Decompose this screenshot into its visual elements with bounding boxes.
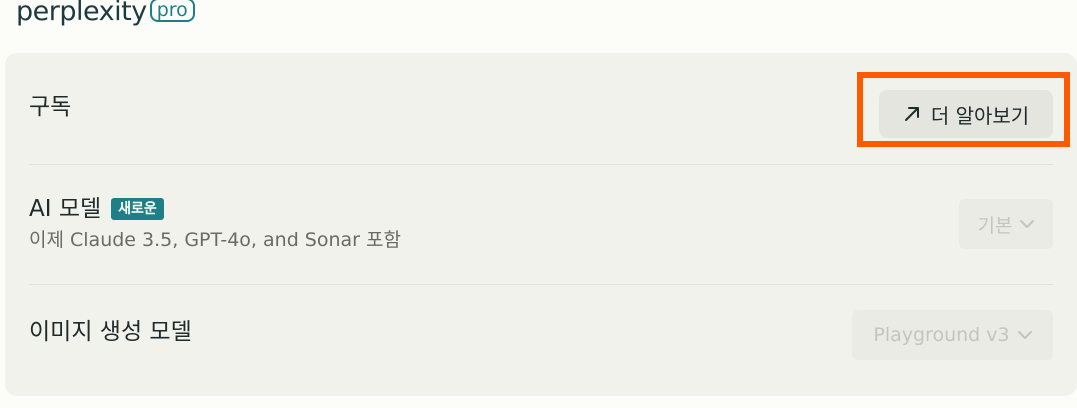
settings-panel: 구독 더 알아보기 AI 모델 새로운 이제 Claude 3.5, GPT-4… [5, 53, 1077, 396]
chevron-down-icon [1020, 220, 1035, 228]
image-model-select-value: Playground v3 [873, 324, 1010, 346]
perplexity-pro-logo: perplexity pro [16, 0, 195, 28]
ai-model-title: AI 모델 [29, 196, 102, 222]
chevron-down-icon [1017, 331, 1032, 339]
divider [29, 164, 1053, 165]
divider [29, 284, 1053, 285]
ai-model-select[interactable]: 기본 [959, 199, 1053, 249]
logo-wordmark: perplexity [16, 0, 147, 27]
ai-model-description: 이제 Claude 3.5, GPT-4o, and Sonar 포함 [29, 229, 401, 251]
new-badge: 새로운 [111, 198, 164, 220]
arrow-up-right-icon [904, 107, 919, 121]
image-model-select[interactable]: Playground v3 [852, 310, 1053, 360]
ai-model-select-value: 기본 [977, 214, 1013, 237]
learn-more-button[interactable]: 더 알아보기 [879, 90, 1053, 138]
learn-more-label: 더 알아보기 [930, 103, 1030, 128]
logo-pro-badge: pro [149, 0, 195, 22]
ai-model-row: AI 모델 새로운 이제 Claude 3.5, GPT-4o, and Son… [29, 195, 1053, 253]
